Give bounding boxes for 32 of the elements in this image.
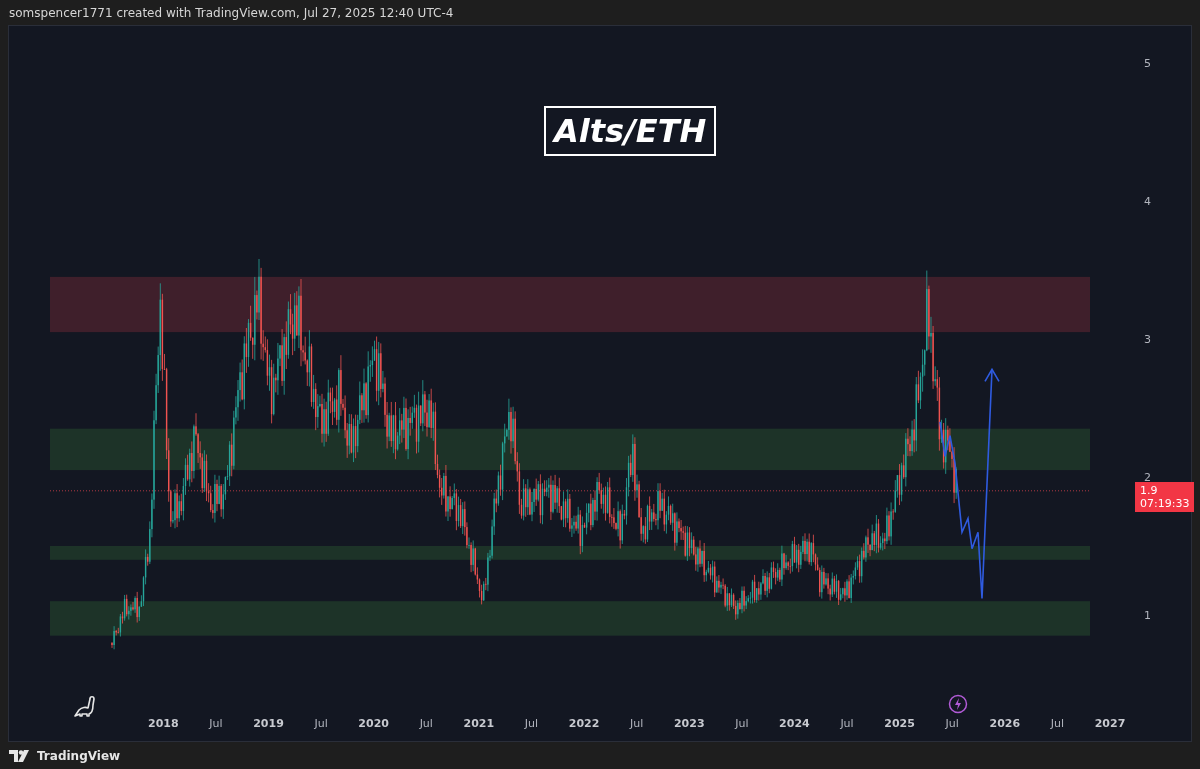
price-axis-label: 2 [1144, 470, 1152, 486]
time-axis-label: Jul [944, 716, 960, 730]
time-axis-label: Jul [1049, 716, 1066, 730]
time-axis-label: Jul [628, 716, 645, 730]
dinosaur-icon [72, 693, 98, 719]
last-price-value: 1.9 [1140, 484, 1159, 497]
time-axis-label: Jul [207, 716, 224, 730]
time-axis-label: 2025 [883, 716, 916, 730]
price-axis-label: 4 [1144, 194, 1152, 210]
brand-name: TradingView [37, 748, 121, 763]
time-axis-label: 2019 [252, 716, 285, 730]
price-axis-label: 3 [1144, 332, 1152, 348]
logo-icon [9, 749, 31, 762]
time-axis-label: 2022 [567, 716, 601, 730]
time-axis-label: Jul [733, 716, 750, 730]
time-axis-label: Jul [313, 716, 329, 730]
time-axis-label: 2026 [988, 716, 1022, 730]
time-axis-label: 2027 [1093, 716, 1127, 730]
lightning-icon[interactable] [948, 694, 968, 714]
time-axis-label: 2024 [778, 716, 811, 730]
attribution-text: somspencer1771 created with TradingView.com, Jul 27, 2025 12:40 UTC-4 [9, 5, 454, 20]
chart-title: Alts/ETH [544, 106, 717, 156]
time-axis-label: Jul [418, 716, 434, 730]
time-axis-label: 2018 [147, 716, 180, 730]
price-axis-label: 1 [1144, 608, 1152, 624]
bar-countdown: 07:19:33 [1140, 497, 1190, 510]
time-axis-label: 2021 [462, 716, 496, 730]
time-axis-label: Jul [523, 716, 540, 730]
price-axis-label: 5 [1144, 56, 1152, 72]
time-axis-label: Jul [839, 716, 855, 730]
time-axis-label: 2023 [672, 716, 706, 730]
time-axis-label: 2020 [357, 716, 390, 730]
